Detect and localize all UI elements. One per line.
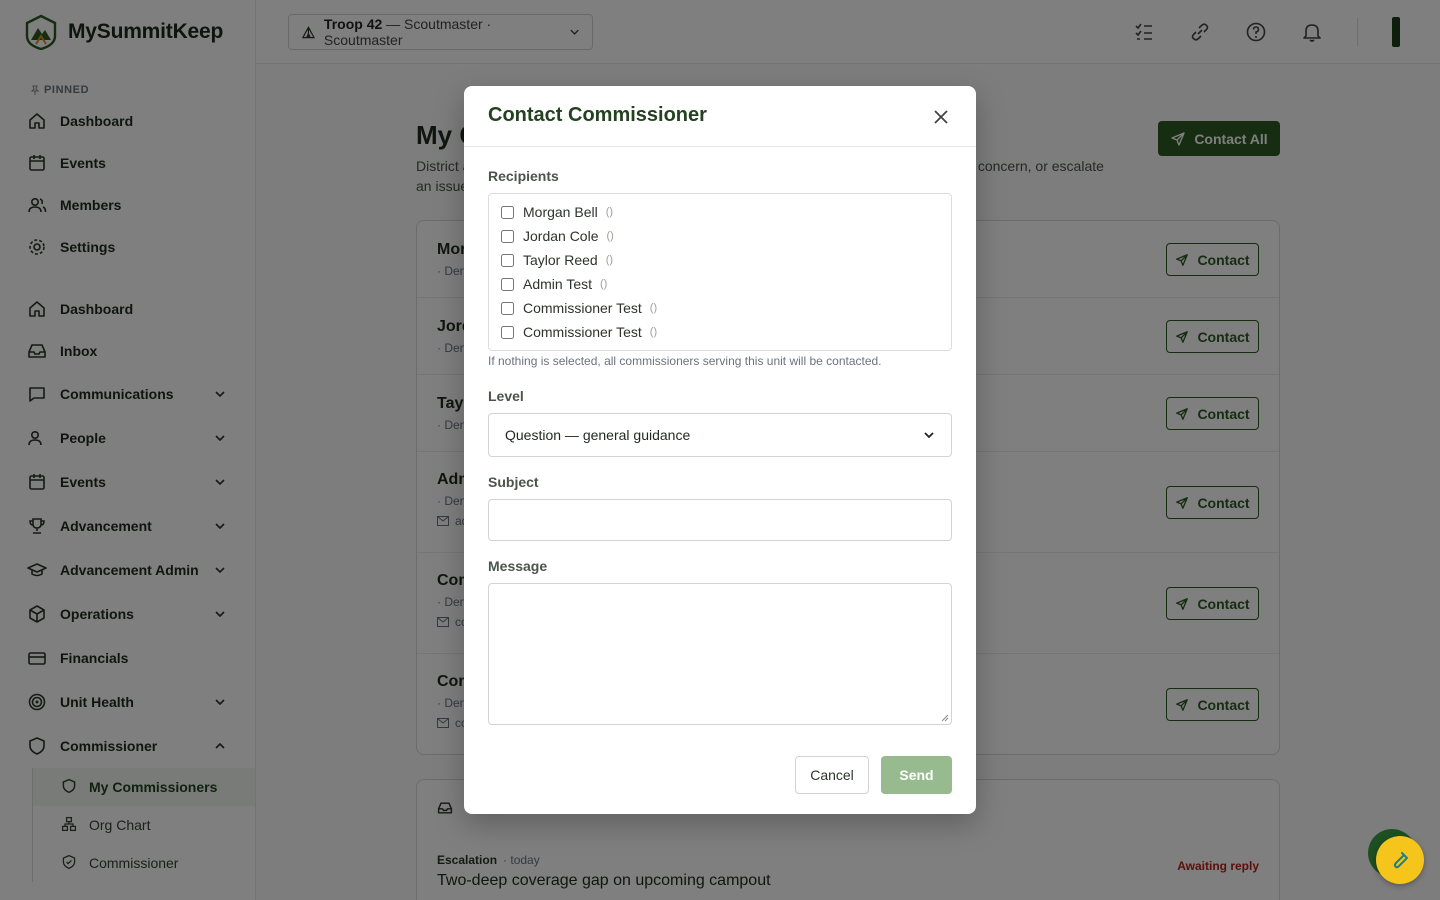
recipient-detail: () [600, 278, 608, 290]
recipient-checkbox[interactable] [501, 229, 514, 243]
level-selected-value: Question — general guidance [505, 427, 691, 443]
recipient-detail: () [606, 230, 614, 242]
message-textarea[interactable] [488, 583, 952, 725]
recipient-option[interactable]: Taylor Reed () [501, 250, 613, 270]
recipient-checkbox[interactable] [501, 325, 514, 339]
level-select[interactable]: Question — general guidance [488, 413, 952, 457]
recipient-name: Morgan Bell [523, 204, 598, 220]
recipient-name: Admin Test [523, 276, 592, 292]
recipient-detail: () [649, 326, 658, 338]
contact-commissioner-dialog: Contact Commissioner Recipients Morgan B… [464, 86, 976, 814]
message-label: Message [488, 558, 548, 574]
recipients-hint: If nothing is selected, all commissioner… [488, 354, 882, 368]
recipient-name: Commissioner Test [523, 324, 642, 340]
recipient-name: Commissioner Test [523, 300, 642, 316]
subject-label: Subject [488, 474, 539, 490]
cancel-button[interactable]: Cancel [795, 756, 869, 794]
recipient-detail: () [649, 302, 658, 314]
recipient-checkbox[interactable] [501, 253, 514, 267]
recipients-label: Recipients [488, 168, 559, 184]
send-button[interactable]: Send [881, 756, 952, 794]
recipient-detail: () [605, 254, 614, 266]
test-tube-icon [1393, 852, 1408, 869]
recipient-option[interactable]: Jordan Cole () [501, 226, 614, 246]
chevron-down-icon [924, 432, 934, 439]
recipient-option[interactable]: Commissioner Test () [501, 322, 657, 342]
subject-input[interactable] [488, 499, 952, 541]
recipient-option[interactable]: Commissioner Test () [501, 298, 657, 318]
level-label: Level [488, 388, 524, 404]
dialog-header: Contact Commissioner [464, 86, 976, 147]
recipient-name: Jordan Cole [523, 228, 599, 244]
close-icon[interactable] [930, 106, 952, 128]
recipient-checkbox[interactable] [501, 301, 514, 315]
feedback-button[interactable] [1376, 836, 1424, 884]
recipient-checkbox[interactable] [501, 277, 514, 291]
dialog-title: Contact Commissioner [488, 104, 707, 126]
recipient-detail: () [605, 206, 614, 218]
recipient-checkbox[interactable] [501, 205, 514, 219]
recipient-option[interactable]: Admin Test () [501, 274, 607, 294]
recipient-name: Taylor Reed [523, 252, 598, 268]
recipient-option[interactable]: Morgan Bell () [501, 202, 613, 222]
recipients-list: Morgan Bell() Jordan Cole() Taylor Reed(… [488, 193, 952, 351]
resize-grip-icon[interactable] [941, 714, 949, 722]
